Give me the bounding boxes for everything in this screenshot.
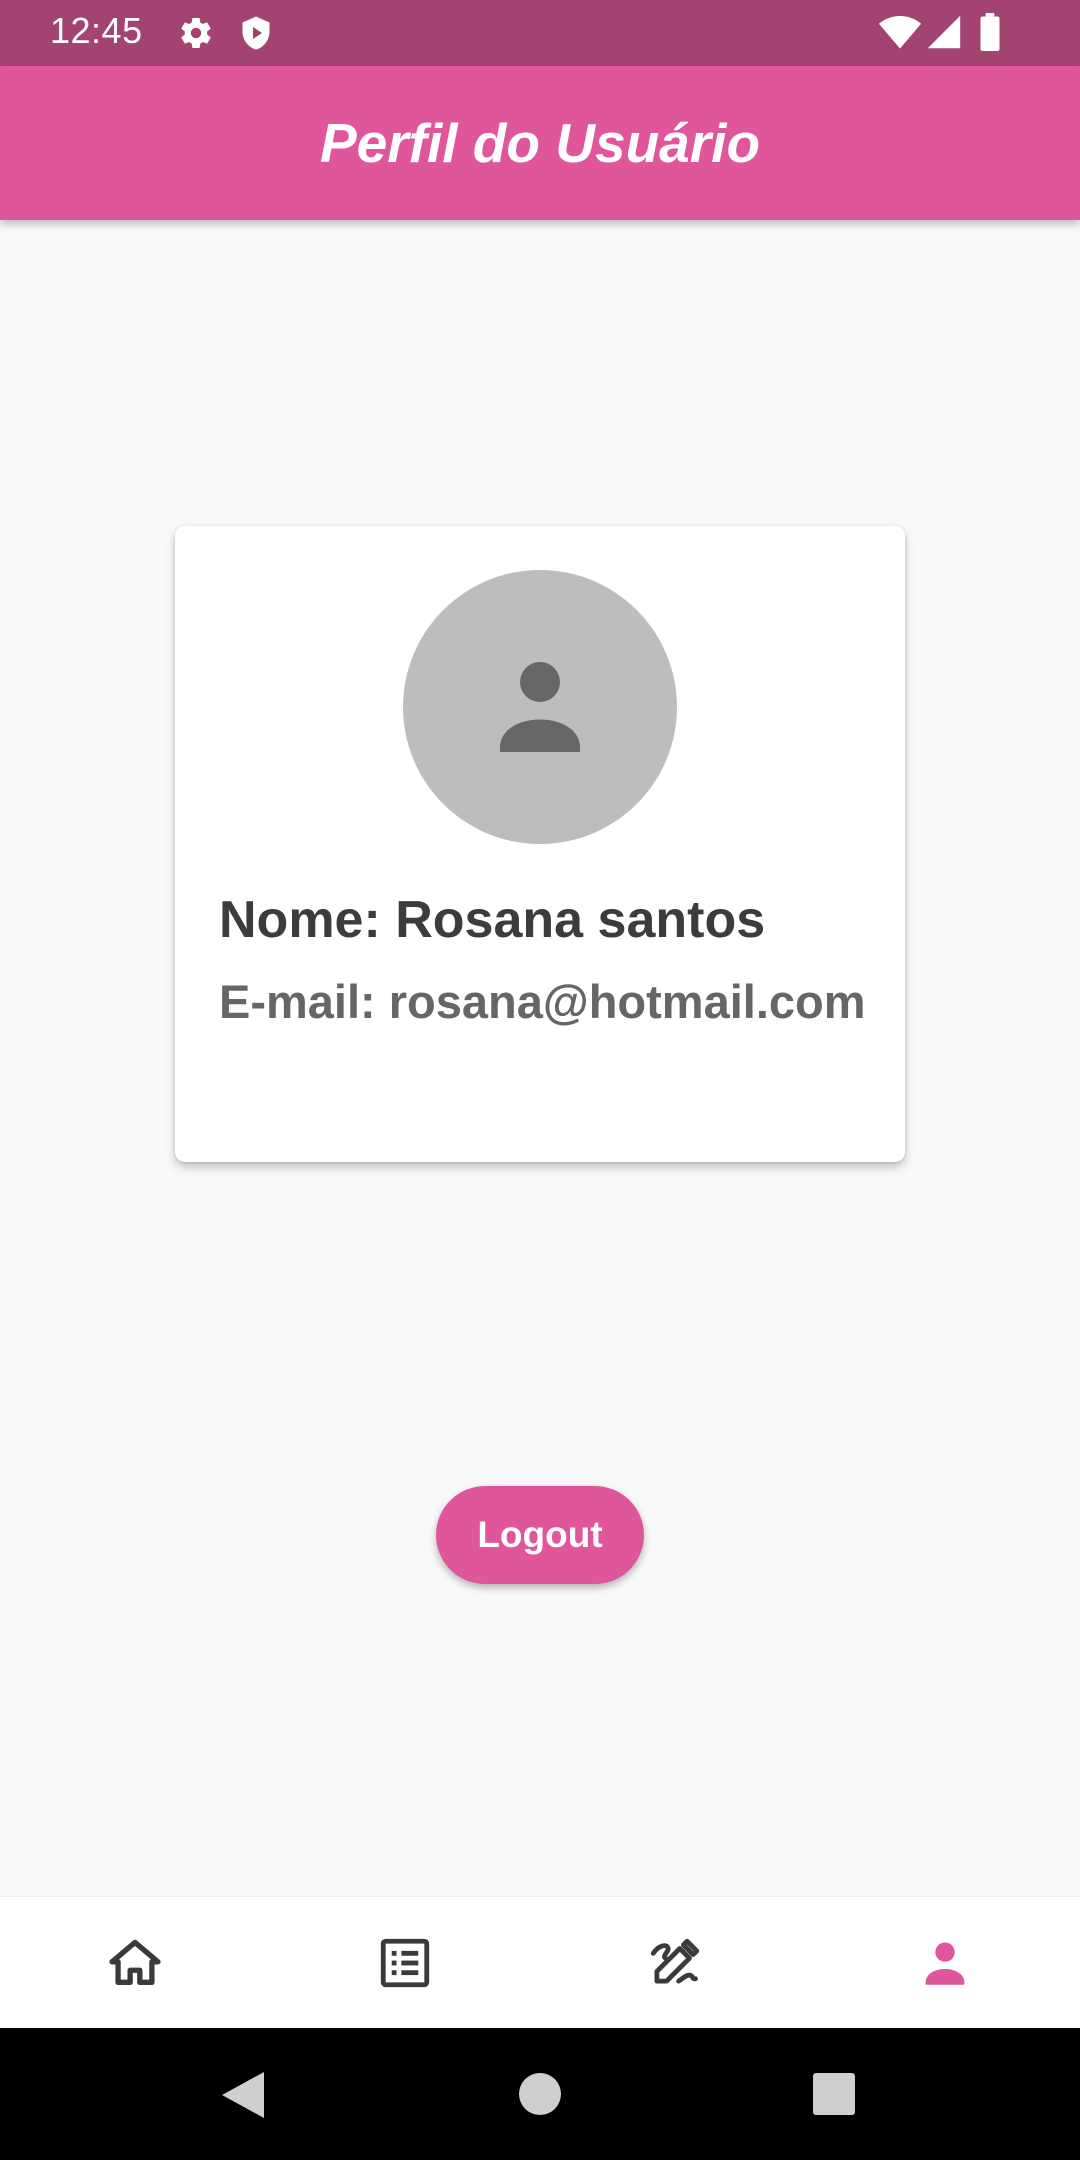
system-navigation-bar xyxy=(0,2028,1080,2160)
status-time: 12:45 xyxy=(50,10,143,51)
person-icon xyxy=(925,1941,965,1985)
home-circle-icon[interactable] xyxy=(518,2072,562,2116)
nav-item-home[interactable] xyxy=(0,1897,270,2028)
status-bar: 12:45 xyxy=(0,0,1080,66)
bottom-navigation xyxy=(0,1896,1080,2028)
screen: 12:45 Perfil do Usuário Nome: Rosana san… xyxy=(0,0,1080,2160)
page-title: Perfil do Usuário xyxy=(319,112,761,174)
profile-card: Nome: Rosana santos E-mail: rosana@hotma… xyxy=(175,526,905,1162)
nav-item-profile[interactable] xyxy=(810,1897,1080,2028)
gear-icon xyxy=(181,18,211,49)
app-bar: Perfil do Usuário xyxy=(0,66,1080,220)
nav-item-edit[interactable] xyxy=(540,1897,810,2028)
back-icon[interactable] xyxy=(220,2070,266,2120)
edit-icon xyxy=(650,1938,700,1984)
home-icon xyxy=(109,1939,161,1985)
person-icon xyxy=(500,662,580,752)
avatar xyxy=(403,570,677,844)
profile-name: Nome: Rosana santos xyxy=(219,891,766,949)
battery-icon xyxy=(980,13,1000,51)
list-icon xyxy=(380,1938,430,1987)
cell-signal-icon xyxy=(927,15,961,49)
recents-icon[interactable] xyxy=(812,2072,856,2116)
wifi-icon xyxy=(878,16,922,49)
nav-item-list[interactable] xyxy=(270,1897,540,2028)
profile-email: E-mail: rosana@hotmail.com xyxy=(219,975,866,1028)
logout-button[interactable]: Logout xyxy=(436,1486,644,1584)
shield-play-icon xyxy=(242,16,270,50)
